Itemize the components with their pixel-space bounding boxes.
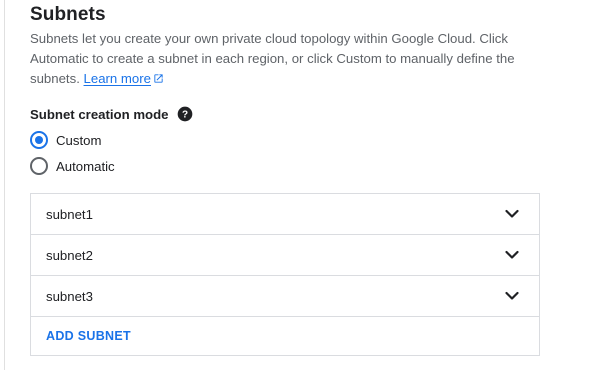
subnet-row[interactable]: subnet3 [31,276,539,317]
chevron-down-icon[interactable] [505,209,519,219]
section-description: Subnets let you create your own private … [30,29,550,89]
add-subnet-button[interactable]: ADD SUBNET [46,329,131,343]
radio-automatic-label: Automatic [56,158,115,174]
radio-automatic-control[interactable] [30,157,48,175]
add-subnet-row: ADD SUBNET [31,317,539,355]
help-icon[interactable]: ? [177,106,193,122]
section-title: Subnets [30,4,106,25]
radio-custom-control[interactable] [30,131,48,149]
learn-more-label: Learn more [83,71,151,86]
left-divider [4,0,5,370]
radio-custom[interactable]: Custom [30,131,101,149]
subnet-name: subnet3 [46,288,93,304]
subnet-list-panel: subnet1 subnet2 subnet3 ADD SUBNET [30,193,540,356]
subnet-row[interactable]: subnet2 [31,235,539,276]
radio-dot [35,136,43,144]
chevron-down-icon[interactable] [505,250,519,260]
radio-custom-label: Custom [56,132,102,148]
mode-label-text: Subnet creation mode [30,106,169,122]
subnet-name: subnet1 [46,206,93,222]
chevron-down-icon[interactable] [505,291,519,301]
open-in-new-icon [154,74,163,83]
subnet-creation-mode-label: Subnet creation mode ? [30,106,193,122]
radio-automatic[interactable]: Automatic [30,157,115,175]
subnet-row[interactable]: subnet1 [31,194,539,235]
subnet-name: subnet2 [46,247,93,263]
svg-text:?: ? [181,109,187,120]
learn-more-link[interactable]: Learn more [84,71,164,86]
